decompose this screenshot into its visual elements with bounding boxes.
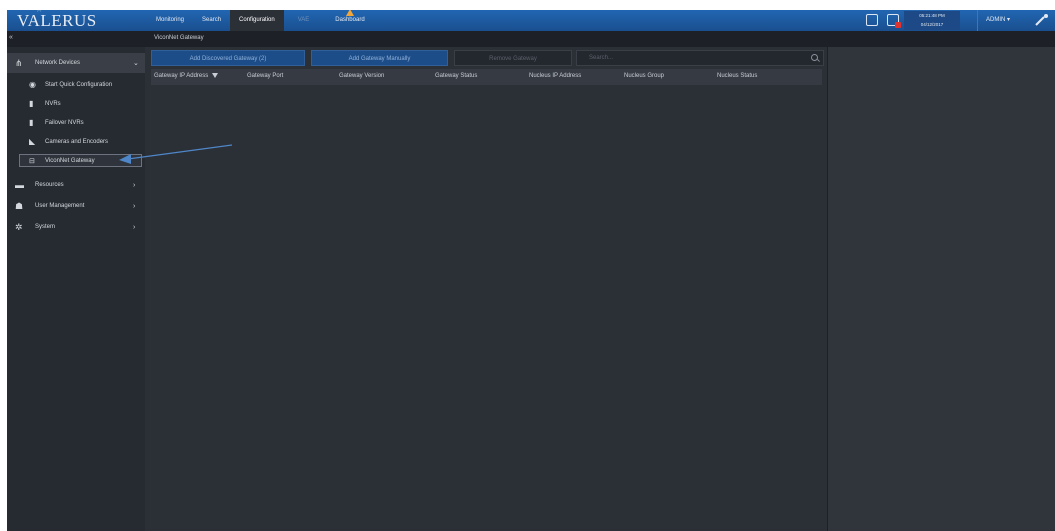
sidebar-item-label: Start Quick Configuration (45, 81, 113, 88)
column-gateway-ip-address[interactable]: Gateway IP Address (154, 73, 219, 80)
sidebar-item-nvrs[interactable]: ▮ NVRs (7, 94, 145, 113)
failover-server-icon: ▮ (29, 118, 34, 127)
alarm-flag-icon[interactable] (887, 14, 901, 28)
search-input[interactable]: Search... (589, 55, 613, 61)
search-icon[interactable] (811, 54, 818, 61)
sidebar-user-management[interactable]: ☗ User Management › (7, 196, 145, 216)
gateway-table-body (151, 85, 822, 531)
sidebar-section-label: System (35, 224, 56, 230)
export-icon[interactable] (866, 14, 878, 26)
sidebar-resources[interactable]: ▬ Resources › (7, 175, 145, 195)
warning-icon (345, 10, 354, 16)
main-content: Add Discovered Gateway (2) Add Gateway M… (145, 47, 827, 531)
sub-bar: « ViconNet Gateway (7, 31, 1055, 47)
chevron-right-icon: › (133, 181, 136, 189)
nav-search[interactable]: Search (193, 10, 230, 31)
sidebar-item-label: Cameras and Encoders (45, 138, 109, 145)
column-nucleus-group[interactable]: Nucleus Group (624, 73, 664, 79)
add-discovered-gateway-button[interactable]: Add Discovered Gateway (2) (151, 50, 305, 66)
app-window: VALERUS ◠ Monitoring Search Configuratio… (7, 10, 1055, 531)
tools-icon[interactable] (1035, 14, 1049, 26)
sidebar-item-viconnet-gateway[interactable]: ⊟ ViconNet Gateway (7, 151, 145, 170)
gear-icon: ✲ (15, 221, 23, 232)
sidebar-section-label: Resources (35, 182, 64, 188)
nav-monitoring[interactable]: Monitoring (147, 10, 193, 31)
add-gateway-manually-button[interactable]: Add Gateway Manually (311, 50, 448, 66)
sidebar-network-devices-label: Network Devices (35, 60, 81, 66)
sidebar-section-label: User Management (35, 203, 85, 209)
app-logo: VALERUS (17, 11, 97, 30)
nav-dashboard[interactable]: Dashboard (323, 10, 376, 31)
sidebar-item-label: Failover NVRs (45, 119, 84, 126)
alarm-badge (895, 22, 901, 28)
settings-circle-icon: ◉ (29, 80, 36, 89)
details-panel (827, 47, 1055, 531)
network-icon: ⋔ (15, 57, 23, 68)
filter-icon[interactable] (212, 73, 219, 78)
chevron-right-icon: › (133, 223, 136, 231)
sidebar-network-devices[interactable]: ⋔ Network Devices ⌄ (7, 53, 145, 73)
user-menu[interactable]: ADMIN ▾ (977, 10, 1027, 31)
sidebar-item-cameras-and-encoders[interactable]: ◣ Cameras and Encoders (7, 132, 145, 151)
remove-gateway-button[interactable]: Remove Gateway (454, 50, 572, 66)
clock-time: 05:21:48 PM (919, 13, 945, 18)
camera-icon: ◣ (29, 137, 36, 146)
sidebar-item-start-quick-configuration[interactable]: ◉ Start Quick Configuration (7, 75, 145, 94)
sidebar-system[interactable]: ✲ System › (7, 217, 145, 237)
column-label: Gateway IP Address (154, 73, 209, 80)
clock: 05:21:48 PM 04/12/2017 (904, 11, 960, 30)
column-gateway-port[interactable]: Gateway Port (247, 73, 283, 79)
sidebar-item-failover-nvrs[interactable]: ▮ Failover NVRs (7, 113, 145, 132)
sidebar-item-label: ViconNet Gateway (45, 157, 95, 164)
logo-mark-icon: ◠ (37, 10, 42, 15)
sidebar: ⋔ Network Devices ⌄ ◉ Start Quick Config… (7, 47, 145, 531)
server-icon: ▮ (29, 99, 34, 108)
column-nucleus-status[interactable]: Nucleus Status (717, 73, 757, 79)
chevron-right-icon: › (133, 202, 136, 210)
search-box[interactable]: Search... (576, 50, 824, 66)
sidebar-item-label: NVRs (45, 100, 61, 107)
nav-vae[interactable]: VAE (284, 10, 324, 31)
gateway-icon: ⊟ (29, 157, 35, 165)
chevron-down-icon: ⌄ (133, 60, 139, 67)
nav-dashboard-label: Dashboard (335, 17, 365, 23)
collapse-sidebar-icon[interactable]: « (9, 34, 13, 41)
top-bar: VALERUS ◠ Monitoring Search Configuratio… (7, 10, 1055, 31)
main-nav: Monitoring Search Configuration VAE Dash… (147, 10, 377, 31)
folder-icon: ▬ (15, 180, 24, 190)
breadcrumb: ViconNet Gateway (154, 35, 204, 41)
table-header: Gateway IP Address Gateway Port Gateway … (151, 69, 822, 85)
column-gateway-status[interactable]: Gateway Status (435, 73, 477, 79)
column-nucleus-ip-address[interactable]: Nucleus IP Address (529, 73, 581, 79)
clock-date: 04/12/2017 (920, 22, 944, 27)
user-icon: ☗ (15, 200, 24, 211)
column-gateway-version[interactable]: Gateway Version (339, 73, 384, 79)
nav-configuration[interactable]: Configuration (230, 10, 284, 31)
